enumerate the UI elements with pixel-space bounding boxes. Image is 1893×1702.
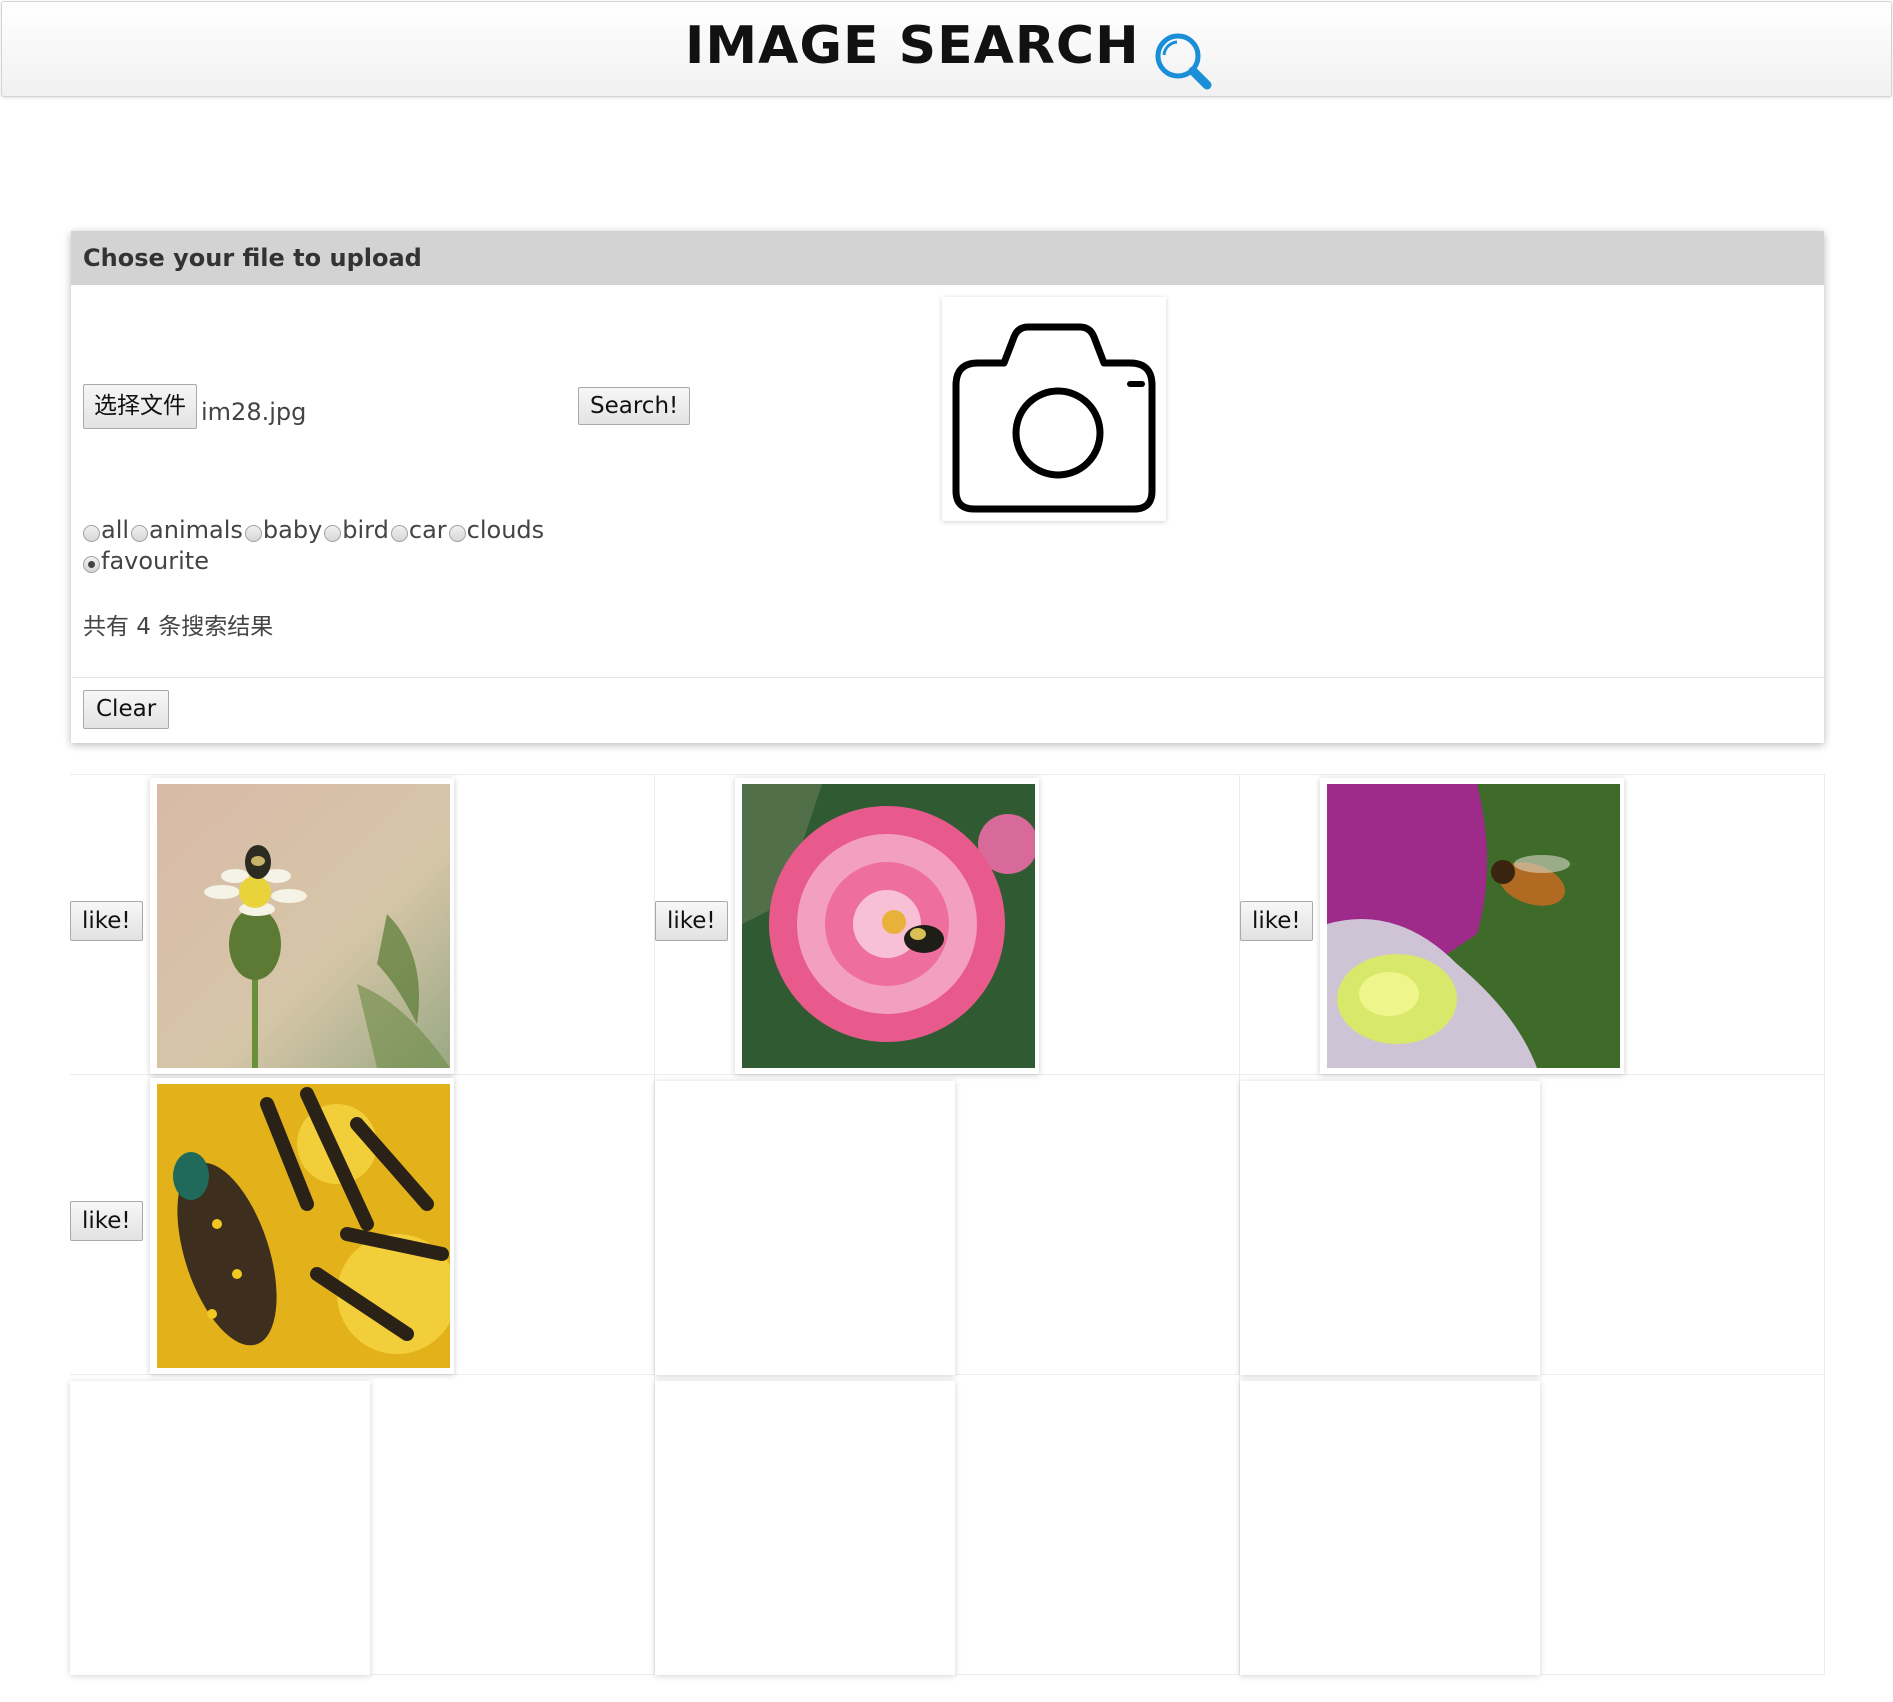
result-count: 共有 4 条搜索结果 [83,614,274,640]
like-button[interactable]: like! [70,901,143,941]
radio-button[interactable] [244,525,262,542]
empty-thumbnail [1240,1081,1540,1375]
bee-on-white-flower-photo [157,784,450,1068]
search-icon[interactable] [1152,30,1214,92]
top-bar: IMAGE SEARCH [1,1,1892,97]
selected-file-name: im28.jpg [201,398,307,426]
radio-favourite[interactable]: favourite [83,546,209,577]
upload-panel: Chose your file to upload 选择文件 im28.jpg … [71,231,1824,743]
empty-result-cell [655,1075,1240,1375]
panel-heading: Chose your file to upload [71,231,1824,285]
empty-result-cell [1240,1375,1825,1675]
radio-car[interactable]: car [390,515,447,546]
result-cell: like! [655,775,1240,1075]
radio-button[interactable] [390,525,408,542]
result-cell: like! [70,775,655,1075]
bee-on-pink-dahlia-photo [742,784,1035,1068]
radio-label: animals [149,516,243,544]
empty-thumbnail [655,1081,955,1375]
beetle-on-yellow-flower-photo [157,1084,450,1368]
radio-label: baby [262,516,323,544]
radio-label: bird [342,516,389,544]
radio-label: all [101,516,130,544]
empty-thumbnail [1240,1381,1540,1675]
result-cell: like! [1240,775,1825,1075]
radio-baby[interactable]: baby [244,515,323,546]
result-thumbnail[interactable] [1320,778,1624,1074]
clear-button[interactable]: Clear [83,690,170,729]
radio-button[interactable] [324,525,342,542]
empty-result-cell [655,1375,1240,1675]
like-button[interactable]: like! [1240,901,1313,941]
empty-result-cell [70,1375,655,1675]
radio-label: clouds [466,516,545,544]
search-button[interactable]: Search! [578,387,691,425]
radio-button[interactable] [83,525,100,542]
result-thumbnail[interactable] [735,778,1039,1074]
radio-button-selected[interactable] [83,556,100,573]
category-radio-group: all animals baby bird car clouds favourite [83,515,603,577]
like-button[interactable]: like! [70,1201,143,1241]
empty-thumbnail [70,1381,370,1675]
bee-flying-to-flower-photo [1327,784,1620,1068]
image-preview [942,297,1166,521]
camera-icon [952,323,1156,513]
radio-animals[interactable]: animals [131,515,243,546]
radio-button[interactable] [448,525,466,542]
radio-label: car [408,516,447,544]
results-grid: like! like! like! like! [70,774,1825,1675]
empty-thumbnail [655,1381,955,1675]
result-thumbnail[interactable] [150,1078,454,1374]
choose-file-button[interactable]: 选择文件 [83,384,197,429]
empty-result-cell [1240,1075,1825,1375]
result-thumbnail[interactable] [150,778,454,1074]
panel-footer: Clear [71,677,1824,743]
result-cell: like! [70,1075,655,1375]
radio-button[interactable] [131,525,149,542]
radio-bird[interactable]: bird [324,515,389,546]
page-title: IMAGE SEARCH [685,16,1140,76]
like-button[interactable]: like! [655,901,728,941]
radio-all[interactable]: all [83,515,129,546]
radio-clouds[interactable]: clouds [448,515,545,546]
radio-label: favourite [101,547,209,575]
